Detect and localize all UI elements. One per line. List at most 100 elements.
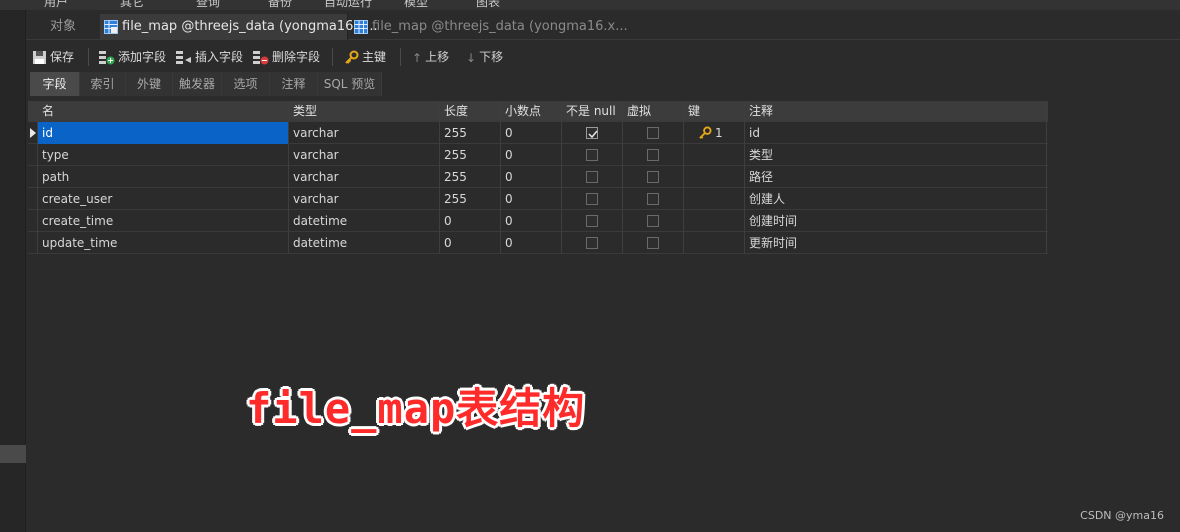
table-row[interactable]: create_time datetime 0 0 创建时间 — [28, 210, 1048, 232]
field-length-cell[interactable]: 255 — [440, 122, 501, 144]
table-icon — [354, 20, 368, 34]
subtab-sql-preview[interactable]: SQL 预览 — [318, 72, 382, 96]
field-comment-cell[interactable]: id — [745, 122, 1047, 144]
primary-key-label: 主键 — [362, 50, 387, 64]
field-key-cell[interactable]: 1 — [684, 122, 745, 144]
field-name-cell[interactable]: update_time — [38, 232, 289, 254]
not-null-checkbox[interactable] — [586, 171, 598, 183]
field-decimal-cell[interactable]: 0 — [501, 166, 562, 188]
tab-objects[interactable]: 对象 — [26, 14, 100, 40]
column-header-key[interactable]: 键 — [684, 101, 745, 122]
field-comment-cell[interactable]: 路径 — [745, 166, 1047, 188]
row-marker[interactable] — [28, 210, 38, 232]
move-down-button[interactable]: ↓ 下移 — [466, 48, 503, 66]
subtab-indexes[interactable]: 索引 — [80, 72, 126, 96]
field-key-cell[interactable] — [684, 188, 745, 210]
not-null-checkbox[interactable] — [586, 149, 598, 161]
field-type-cell[interactable]: varchar — [289, 122, 440, 144]
not-null-checkbox[interactable] — [586, 237, 598, 249]
table-row[interactable]: create_user varchar 255 0 创建人 — [28, 188, 1048, 210]
virtual-checkbox[interactable] — [647, 127, 659, 139]
field-name-cell[interactable]: create_time — [38, 210, 289, 232]
menu-item-chart[interactable]: 图表 — [476, 0, 500, 10]
column-header-type[interactable]: 类型 — [289, 101, 440, 122]
column-header-not-null[interactable]: 不是 null — [562, 101, 623, 122]
not-null-checkbox[interactable] — [586, 193, 598, 205]
field-key-cell[interactable] — [684, 166, 745, 188]
field-name-cell[interactable]: type — [38, 144, 289, 166]
column-header-decimal[interactable]: 小数点 — [501, 101, 562, 122]
overlay-caption: file_map表结构 — [246, 384, 586, 433]
column-header-name[interactable]: 名 — [38, 101, 289, 122]
row-marker[interactable] — [28, 188, 38, 210]
column-header-comment[interactable]: 注释 — [745, 101, 1047, 122]
column-header-virtual[interactable]: 虚拟 — [623, 101, 684, 122]
row-marker[interactable] — [28, 144, 38, 166]
field-decimal-cell[interactable]: 0 — [501, 122, 562, 144]
menu-item-backup[interactable]: 备份 — [268, 0, 292, 10]
menu-item-autorun[interactable]: 自动运行 — [324, 0, 372, 10]
virtual-checkbox[interactable] — [647, 149, 659, 161]
field-type-cell[interactable]: varchar — [289, 144, 440, 166]
field-key-cell[interactable] — [684, 144, 745, 166]
field-length-cell[interactable]: 255 — [440, 144, 501, 166]
table-row[interactable]: id varchar 255 0 1 id — [28, 122, 1048, 144]
menu-item-other[interactable]: 其它 — [120, 0, 144, 10]
field-not-null-cell — [562, 232, 623, 254]
field-length-cell[interactable]: 255 — [440, 166, 501, 188]
add-field-button[interactable]: 添加字段 — [98, 48, 166, 66]
field-length-cell[interactable]: 0 — [440, 232, 501, 254]
insert-field-button[interactable]: 插入字段 — [175, 48, 243, 66]
field-type-cell[interactable]: datetime — [289, 232, 440, 254]
tab-file-map-design[interactable]: file_map @threejs_data (yongma16.x... — [100, 14, 378, 40]
virtual-checkbox[interactable] — [647, 171, 659, 183]
subtab-options[interactable]: 选项 — [222, 72, 270, 96]
field-name-cell[interactable]: id — [38, 122, 289, 144]
save-button[interactable]: 保存 — [32, 48, 74, 66]
current-row-indicator[interactable] — [28, 122, 38, 144]
field-type-cell[interactable]: varchar — [289, 166, 440, 188]
virtual-checkbox[interactable] — [647, 193, 659, 205]
table-row[interactable]: type varchar 255 0 类型 — [28, 144, 1048, 166]
field-length-cell[interactable]: 0 — [440, 210, 501, 232]
column-header-length[interactable]: 长度 — [440, 101, 501, 122]
field-comment-cell[interactable]: 类型 — [745, 144, 1047, 166]
subtab-fields[interactable]: 字段 — [30, 72, 80, 96]
field-name-cell[interactable]: create_user — [38, 188, 289, 210]
virtual-checkbox[interactable] — [647, 215, 659, 227]
subtab-comments[interactable]: 注释 — [270, 72, 318, 96]
menu-item-query[interactable]: 查询 — [196, 0, 220, 10]
virtual-checkbox[interactable] — [647, 237, 659, 249]
delete-field-button[interactable]: 删除字段 — [252, 48, 320, 66]
field-comment-cell[interactable]: 创建人 — [745, 188, 1047, 210]
tab-active-label: file_map @threejs_data (yongma16.x... — [122, 19, 378, 34]
subtab-foreign-keys[interactable]: 外键 — [126, 72, 173, 96]
primary-key-button[interactable]: 主键 — [344, 48, 386, 66]
table-row[interactable]: update_time datetime 0 0 更新时间 — [28, 232, 1048, 254]
field-type-cell[interactable]: varchar — [289, 188, 440, 210]
field-comment-cell[interactable]: 更新时间 — [745, 232, 1047, 254]
field-key-cell[interactable] — [684, 210, 745, 232]
field-decimal-cell[interactable]: 0 — [501, 188, 562, 210]
table-row[interactable]: path varchar 255 0 路径 — [28, 166, 1048, 188]
menu-item-user[interactable]: 用户 — [44, 0, 68, 10]
field-not-null-cell — [562, 144, 623, 166]
field-comment-cell[interactable]: 创建时间 — [745, 210, 1047, 232]
field-name-cell[interactable]: path — [38, 166, 289, 188]
field-decimal-cell[interactable]: 0 — [501, 232, 562, 254]
menu-item-model[interactable]: 模型 — [404, 0, 428, 10]
field-decimal-cell[interactable]: 0 — [501, 144, 562, 166]
row-marker[interactable] — [28, 232, 38, 254]
field-decimal-cell[interactable]: 0 — [501, 210, 562, 232]
not-null-checkbox[interactable] — [586, 127, 598, 139]
row-marker[interactable] — [28, 166, 38, 188]
subtab-triggers[interactable]: 触发器 — [173, 72, 222, 96]
not-null-checkbox[interactable] — [586, 215, 598, 227]
field-type-cell[interactable]: datetime — [289, 210, 440, 232]
field-virtual-cell — [623, 144, 684, 166]
move-up-button[interactable]: ↑ 上移 — [412, 48, 449, 66]
field-key-cell[interactable] — [684, 232, 745, 254]
field-length-cell[interactable]: 255 — [440, 188, 501, 210]
left-sidebar — [0, 10, 26, 532]
tab-file-map-data[interactable]: file_map @threejs_data (yongma16.x... — [348, 14, 628, 40]
